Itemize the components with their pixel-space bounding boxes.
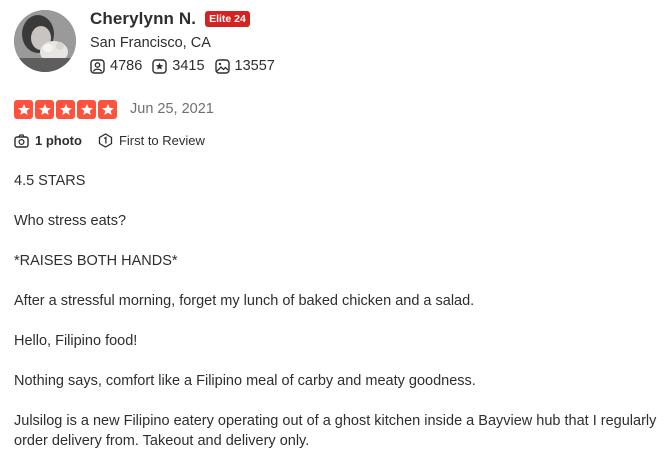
review-paragraph: Hello, Filipino food! [14, 333, 138, 349]
photo-link[interactable]: 1 photo [14, 133, 82, 148]
photos-count: 13557 [234, 58, 275, 74]
photo-icon [214, 58, 230, 74]
review-line: Julsilog is a new Filipino eatery operat… [14, 413, 657, 429]
review-meta: 1 photo First to Review [14, 133, 221, 148]
review-date: Jun 25, 2021 [130, 101, 214, 117]
reviews-count: 3415 [172, 58, 205, 74]
star-icon [35, 100, 54, 119]
user-stats: 4786 3415 13557 [90, 58, 285, 74]
first-to-review-icon [98, 133, 113, 148]
review-paragraph: Nothing says, comfort like a Filipino me… [14, 373, 476, 389]
avatar[interactable] [14, 10, 76, 72]
user-name[interactable]: Cherylynn N. [90, 9, 196, 29]
review-paragraph: Julsilog is a new Filipino eatery operat… [14, 411, 671, 451]
review-paragraph: *RAISES BOTH HANDS* [14, 253, 178, 269]
user-location: San Francisco, CA [90, 35, 211, 51]
review-text: 4.5 STARS Who stress eats? *RAISES BOTH … [14, 171, 671, 451]
avatar-photo [14, 10, 76, 72]
star-icon [98, 100, 117, 119]
friends-count: 4786 [110, 58, 143, 74]
star-icon [77, 100, 96, 119]
review-star-icon [152, 58, 167, 74]
elite-badge[interactable]: Elite 24 [205, 11, 250, 27]
star-rating [14, 100, 119, 119]
review-paragraph: 4.5 STARS [14, 173, 86, 189]
friends-icon [90, 58, 105, 74]
star-icon [14, 100, 33, 119]
review-paragraph: Who stress eats? [14, 213, 127, 229]
star-icon [56, 100, 75, 119]
review-paragraph: After a stressful morning, forget my lun… [14, 293, 475, 309]
reviews-stat: 3415 [152, 58, 205, 74]
photo-label: 1 photo [35, 133, 82, 148]
photos-stat: 13557 [214, 58, 275, 74]
first-to-review: First to Review [98, 133, 205, 148]
user-header: Cherylynn N. Elite 24 [90, 9, 250, 29]
first-to-review-label: First to Review [118, 133, 205, 148]
review-line: order delivery from. Takeout and deliver… [14, 433, 310, 449]
friends-stat: 4786 [90, 58, 142, 74]
camera-icon [14, 133, 29, 148]
